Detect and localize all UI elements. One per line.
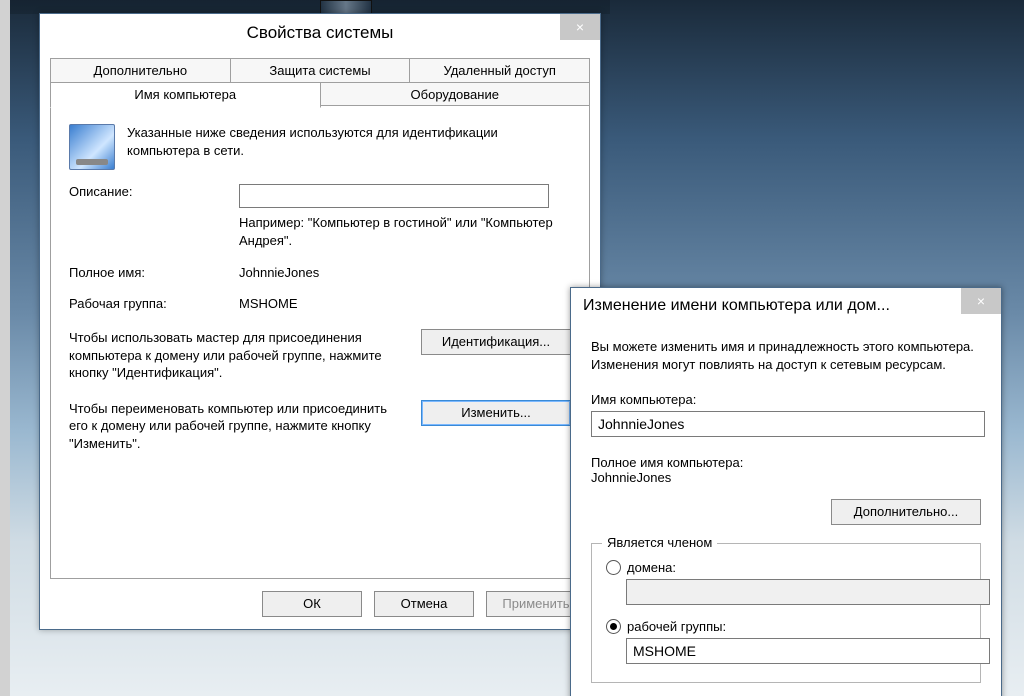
rename-computer-dialog: Изменение имени компьютера или дом... × … <box>570 287 1002 696</box>
wizard-text: Чтобы использовать мастер для присоедине… <box>69 329 403 382</box>
workgroup-radio-label: рабочей группы: <box>627 619 726 634</box>
description-label: Описание: <box>69 184 239 199</box>
tab-advanced[interactable]: Дополнительно <box>50 58 231 83</box>
workgroup-input[interactable] <box>626 638 990 664</box>
more-button[interactable]: Дополнительно... <box>831 499 981 525</box>
tab-system-protection[interactable]: Защита системы <box>231 58 411 83</box>
description-hint: Например: "Компьютер в гостиной" или "Ко… <box>239 214 571 249</box>
dialog-button-row: ОК Отмена Применить <box>262 591 586 617</box>
background-window-hint <box>10 0 610 14</box>
fullname-label: Полное имя: <box>69 265 239 280</box>
full-computer-name-value: JohnnieJones <box>591 470 981 485</box>
computer-name-panel: Указанные ниже сведения используются для… <box>50 105 590 579</box>
tab-remote[interactable]: Удаленный доступ <box>410 58 590 83</box>
system-properties-title: Свойства системы <box>247 23 394 43</box>
tab-strip: Дополнительно Защита системы Удаленный д… <box>50 58 590 110</box>
workgroup-value: MSHOME <box>239 296 571 311</box>
cancel-button[interactable]: Отмена <box>374 591 474 617</box>
ok-button[interactable]: ОК <box>262 591 362 617</box>
rename-dialog-titlebar[interactable]: Изменение имени компьютера или дом... × <box>571 288 1001 324</box>
computer-name-input[interactable] <box>591 411 985 437</box>
background-thumbnail <box>320 0 372 14</box>
rename-dialog-body: Вы можете изменить имя и принадлежность … <box>571 324 1001 693</box>
system-properties-window: Свойства системы × Дополнительно Защита … <box>39 13 601 630</box>
description-input[interactable] <box>239 184 549 208</box>
member-of-group: Является членом домена: рабочей группы: <box>591 543 981 683</box>
workgroup-radio[interactable] <box>606 619 621 634</box>
tab-hardware[interactable]: Оборудование <box>321 82 591 107</box>
screen-left-edge <box>0 0 10 696</box>
tab-computer-name[interactable]: Имя компьютера <box>50 82 321 108</box>
system-properties-titlebar[interactable]: Свойства системы × <box>40 14 600 52</box>
rename-dialog-description: Вы можете изменить имя и принадлежность … <box>591 338 981 374</box>
system-properties-client: Дополнительно Защита системы Удаленный д… <box>50 58 590 579</box>
full-computer-name-label: Полное имя компьютера: <box>591 455 981 470</box>
change-button[interactable]: Изменить... <box>421 400 571 426</box>
computer-icon <box>69 124 115 170</box>
domain-radio[interactable] <box>606 560 621 575</box>
member-of-legend: Является членом <box>602 535 717 550</box>
close-icon[interactable]: × <box>961 288 1001 314</box>
intro-text: Указанные ниже сведения используются для… <box>127 124 571 170</box>
close-icon[interactable]: × <box>560 14 600 40</box>
domain-input[interactable] <box>626 579 990 605</box>
rename-text: Чтобы переименовать компьютер или присое… <box>69 400 403 453</box>
workgroup-label: Рабочая группа: <box>69 296 239 311</box>
domain-radio-label: домена: <box>627 560 676 575</box>
rename-dialog-title: Изменение имени компьютера или дом... <box>583 297 890 315</box>
fullname-value: JohnnieJones <box>239 265 571 280</box>
network-id-button[interactable]: Идентификация... <box>421 329 571 355</box>
computer-name-label: Имя компьютера: <box>591 392 981 407</box>
